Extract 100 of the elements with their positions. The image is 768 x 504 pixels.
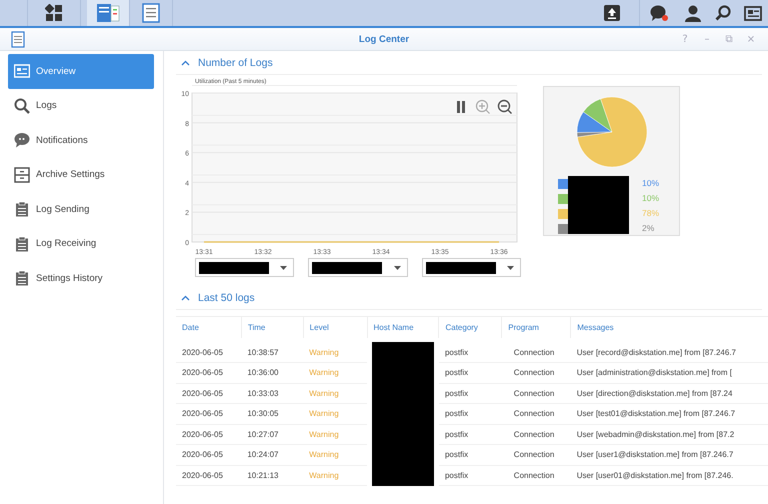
table-cell: Connection [502,340,571,362]
log-center-icon [96,3,120,23]
table-cell: postfix [438,340,502,362]
search-icon [14,98,30,114]
section-toggle[interactable]: Number of Logs [176,51,762,75]
window-control[interactable]: × [742,34,760,44]
table-cell: Connection [502,404,571,424]
column-header[interactable]: Category [438,316,502,340]
column-header[interactable]: Program [502,316,571,340]
table-cell: Warning [303,465,368,486]
chat-icon [650,4,668,22]
grid-icon [45,4,63,22]
table-cell: User [webadmin@diskstation.me] from [87.2 [570,424,768,444]
dropdown[interactable] [195,258,294,277]
table-cell: postfix [438,404,502,424]
sidebar-item[interactable]: Log Receiving [8,226,154,261]
table-cell: Connection [502,362,571,383]
dropdown[interactable] [308,258,408,277]
dropdown[interactable] [422,258,521,277]
table-cell: 10:38:57 [241,340,304,362]
document-icon [11,30,25,48]
table-cell: 10:21:13 [241,465,304,486]
column-header[interactable]: Host Name [367,316,439,340]
table-cell: postfix [438,465,502,486]
table-cell: postfix [438,383,502,404]
table-cell: Connection [502,444,571,465]
sidebar-item[interactable]: Settings History [8,261,154,296]
table-cell: 2020-06-05 [176,362,242,383]
table-cell: Connection [502,424,571,444]
percent-label: 10% [642,193,660,204]
table-cell: 2020-06-05 [176,424,242,444]
column-header[interactable]: Level [303,316,368,340]
taskbar-button[interactable] [27,0,81,26]
column-header[interactable]: Time [241,316,304,340]
table-cell: 10:27:07 [241,424,304,444]
table-cell: 2020-06-05 [176,444,242,465]
table-cell: 10:30:05 [241,404,304,424]
caret-icon [181,60,190,66]
window-title: Log Center [358,34,410,44]
widgets-icon [744,6,762,20]
sidebar-item[interactable]: Logs [8,88,154,123]
percent-label: 78% [642,208,660,219]
pause-icon[interactable] [457,101,465,113]
table-cell: Warning [303,444,368,465]
column-header[interactable]: Date [176,316,242,340]
table-cell: 2020-06-05 [176,383,242,404]
taskbar-button[interactable] [87,0,130,26]
redaction-block [312,262,382,274]
cabinet-icon [14,166,30,183]
caret-icon [181,295,190,301]
sidebar-item[interactable]: Archive Settings [8,158,154,192]
table-cell: User [record@diskstation.me] from [87.246.7 [570,340,768,362]
sidebar-item[interactable]: Overview [8,54,154,88]
sidebar-item[interactable]: Log Sending [8,192,154,226]
clipboard-icon [14,270,30,286]
table-cell: User [administration@diskstation.me] from [ [570,362,768,383]
chat-icon [14,132,30,148]
column-header[interactable]: Messages [570,316,768,340]
window-control[interactable]: ⧉ [720,34,738,44]
redaction-block [372,465,434,486]
table-cell: Connection [502,465,571,486]
table-cell: 2020-06-05 [176,404,242,424]
table-cell: postfix [438,424,502,444]
table-cell: 2020-06-05 [176,340,242,362]
section-toggle[interactable]: Last 50 logs [176,286,762,310]
upload-icon [604,5,620,21]
table-cell: 10:24:07 [241,444,304,465]
clipboard-icon [14,201,30,218]
redaction-block [199,262,269,274]
redaction-block [568,176,629,234]
table-cell: User [test01@diskstation.me] from [87.246.7 [570,404,768,424]
clipboard-icon [14,236,30,252]
zoom-out-icon[interactable] [498,100,512,114]
table-cell: User [user01@diskstation.me] from [87.246. [570,465,768,486]
id-card-icon [14,63,30,80]
redaction-block [426,262,496,274]
table-cell: User [direction@diskstation.me] from [87.24 [570,383,768,404]
percent-label: 2% [642,223,656,234]
table-cell: postfix [438,362,502,383]
search-icon [715,5,731,21]
table-cell: 2020-06-05 [176,465,242,486]
redaction-block [372,342,434,362]
table-cell: 10:33:03 [241,383,304,404]
table-cell: 10:36:00 [241,362,304,383]
table-cell: User [user1@diskstation.me] from [87.246.7 [570,444,768,465]
table-cell: Warning [303,340,368,362]
window-control[interactable]: – [698,34,716,44]
window-control[interactable]: ? [676,34,694,44]
percent-label: 10% [642,178,660,189]
caret-icon [280,266,288,270]
caret-icon [394,266,401,270]
user-icon [685,4,701,22]
table-cell: Warning [303,362,368,383]
table-cell: Warning [303,404,368,424]
table-cell: postfix [438,444,502,465]
document-icon [142,3,160,23]
sidebar-item[interactable]: Notifications [8,123,154,158]
table-cell: Warning [303,383,368,404]
caret-icon [506,266,514,270]
table-cell: Connection [502,383,571,404]
